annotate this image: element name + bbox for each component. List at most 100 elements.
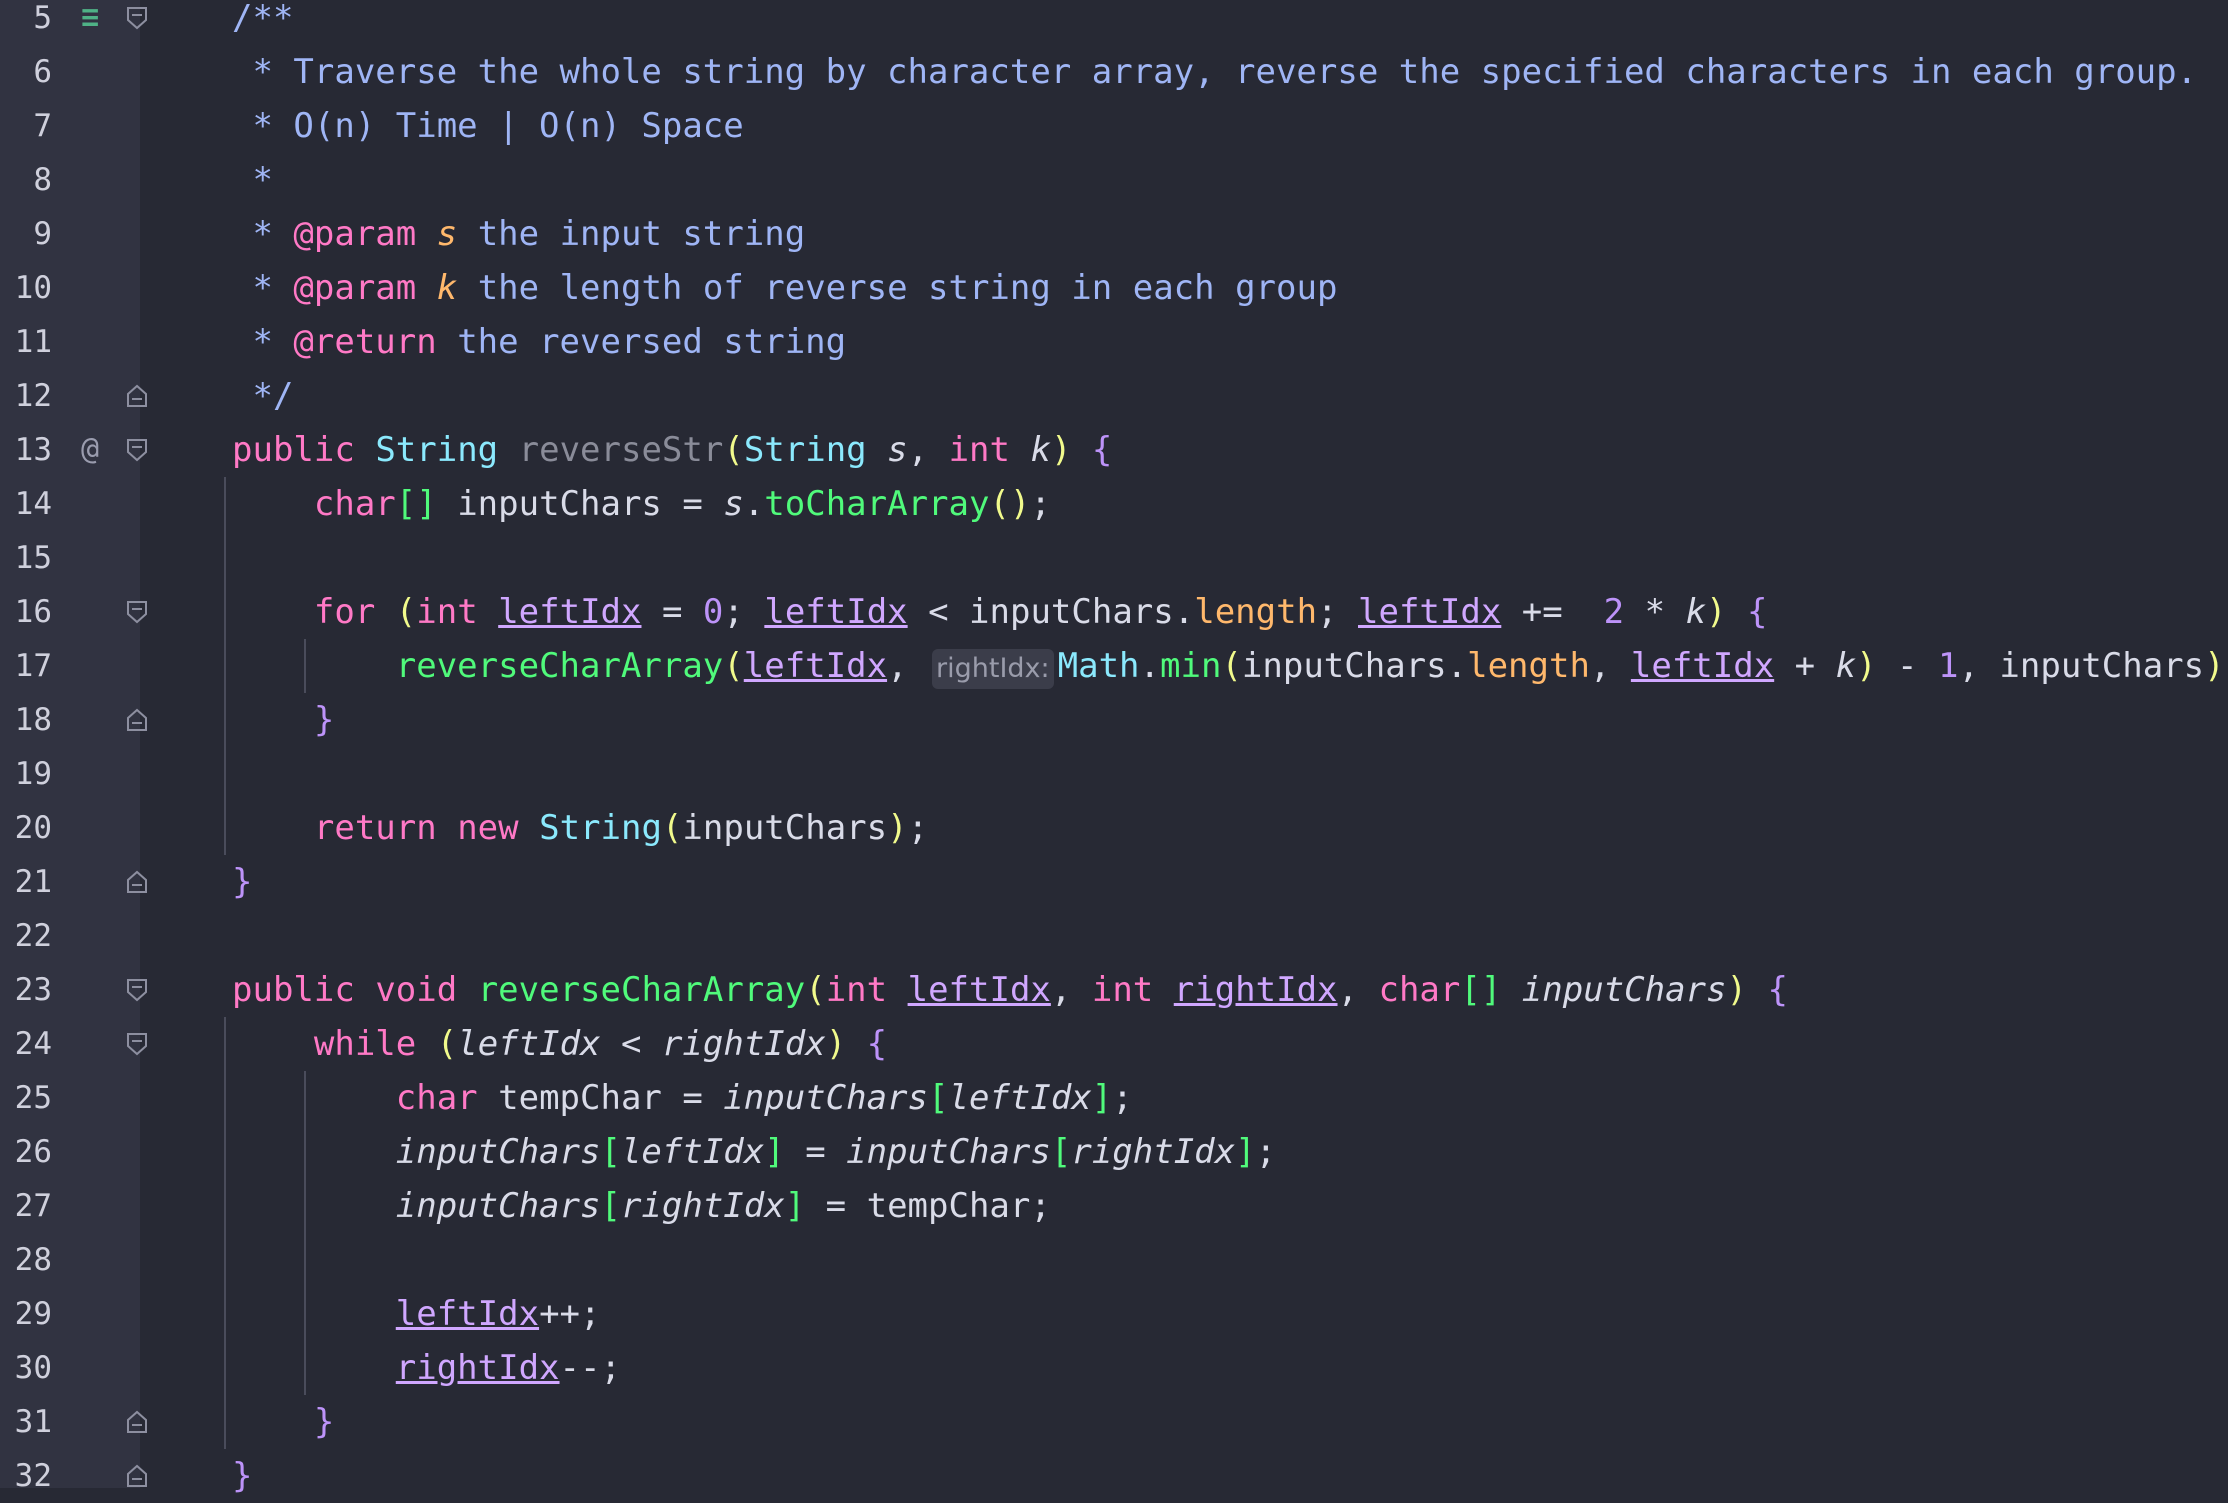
code-token: * O(n) Time | O(n) Space bbox=[232, 106, 744, 146]
line-number[interactable]: 13 bbox=[0, 423, 52, 477]
code-text[interactable]: char[] inputChars = s.toCharArray(); bbox=[232, 477, 1051, 531]
line-number[interactable]: 14 bbox=[0, 477, 52, 531]
code-text[interactable]: */ bbox=[232, 369, 293, 423]
code-line[interactable]: 28 bbox=[0, 1233, 2228, 1287]
line-number[interactable]: 11 bbox=[0, 315, 52, 369]
code-line[interactable]: 11 * @return the reversed string bbox=[0, 315, 2228, 369]
code-text[interactable]: reverseCharArray(leftIdx, rightIdx: Math.… bbox=[232, 639, 2228, 693]
code-token: leftIdx bbox=[1358, 592, 1502, 632]
code-line[interactable]: 12 */ bbox=[0, 369, 2228, 423]
code-text[interactable]: } bbox=[232, 1449, 252, 1503]
line-number[interactable]: 15 bbox=[0, 531, 52, 585]
line-number[interactable]: 23 bbox=[0, 963, 52, 1017]
code-token: int bbox=[416, 592, 478, 632]
fold-open-icon[interactable] bbox=[126, 978, 148, 1002]
code-text[interactable]: leftIdx++; bbox=[232, 1287, 601, 1341]
code-text[interactable]: rightIdx--; bbox=[232, 1341, 621, 1395]
line-number[interactable]: 17 bbox=[0, 639, 52, 693]
code-line[interactable]: 22 bbox=[0, 909, 2228, 963]
code-text[interactable]: * @param s the input string bbox=[232, 207, 805, 261]
code-text[interactable]: * O(n) Time | O(n) Space bbox=[232, 99, 744, 153]
code-line[interactable]: 25 char tempChar = inputChars[leftIdx]; bbox=[0, 1071, 2228, 1125]
code-text[interactable]: inputChars[leftIdx] = inputChars[rightId… bbox=[232, 1125, 1276, 1179]
line-number[interactable]: 20 bbox=[0, 801, 52, 855]
code-line[interactable]: 27 inputChars[rightIdx] = tempChar; bbox=[0, 1179, 2228, 1233]
line-number[interactable]: 9 bbox=[0, 207, 52, 261]
line-number[interactable]: 18 bbox=[0, 693, 52, 747]
code-line[interactable]: 8 * bbox=[0, 153, 2228, 207]
line-number[interactable]: 22 bbox=[0, 909, 52, 963]
fold-open-icon[interactable] bbox=[126, 438, 148, 462]
line-number[interactable]: 6 bbox=[0, 45, 52, 99]
code-line[interactable]: 21} bbox=[0, 855, 2228, 909]
line-number[interactable]: 29 bbox=[0, 1287, 52, 1341]
code-text[interactable]: * Traverse the whole string by character… bbox=[232, 45, 2197, 99]
line-number[interactable]: 10 bbox=[0, 261, 52, 315]
code-line[interactable]: 30 rightIdx--; bbox=[0, 1341, 2228, 1395]
code-line[interactable]: 9 * @param s the input string bbox=[0, 207, 2228, 261]
code-line[interactable]: 6 * Traverse the whole string by charact… bbox=[0, 45, 2228, 99]
code-line[interactable]: 23 public void reverseCharArray(int leftI… bbox=[0, 963, 2228, 1017]
code-line[interactable]: 15 bbox=[0, 531, 2228, 585]
code-line[interactable]: 26 inputChars[leftIdx] = inputChars[righ… bbox=[0, 1125, 2228, 1179]
fold-close-icon[interactable] bbox=[126, 1410, 148, 1434]
code-text[interactable]: while (leftIdx < rightIdx) { bbox=[232, 1017, 887, 1071]
code-text[interactable]: } bbox=[232, 693, 334, 747]
code-line[interactable]: 19 bbox=[0, 747, 2228, 801]
override-at-icon[interactable]: @ bbox=[70, 423, 110, 477]
line-number[interactable]: 7 bbox=[0, 99, 52, 153]
code-line[interactable]: 24 while (leftIdx < rightIdx) { bbox=[0, 1017, 2228, 1071]
line-number[interactable]: 28 bbox=[0, 1233, 52, 1287]
code-text[interactable]: /** bbox=[232, 0, 293, 45]
line-number[interactable]: 16 bbox=[0, 585, 52, 639]
line-number[interactable]: 12 bbox=[0, 369, 52, 423]
code-text[interactable]: public String reverseStr(String s, int k… bbox=[232, 423, 1112, 477]
fold-close-icon[interactable] bbox=[126, 1464, 148, 1488]
code-editor[interactable]: 5 ≡ /** 6 * Traverse the whole string by ch… bbox=[0, 0, 2228, 1496]
line-number[interactable]: 21 bbox=[0, 855, 52, 909]
code-token: ) bbox=[1856, 646, 1877, 686]
fold-close-icon[interactable] bbox=[126, 384, 148, 408]
code-text[interactable]: } bbox=[232, 1395, 334, 1449]
fold-open-icon[interactable] bbox=[126, 1032, 148, 1056]
line-number[interactable]: 25 bbox=[0, 1071, 52, 1125]
fold-open-icon[interactable] bbox=[126, 600, 148, 624]
code-line[interactable]: 18 } bbox=[0, 693, 2228, 747]
code-text[interactable]: for (int leftIdx = 0; leftIdx < inputCha… bbox=[232, 585, 1768, 639]
code-token: char bbox=[395, 1078, 478, 1118]
code-text[interactable]: * @param k the length of reverse string … bbox=[232, 261, 1337, 315]
code-line[interactable]: 20 return new String(inputChars); bbox=[0, 801, 2228, 855]
line-number[interactable]: 8 bbox=[0, 153, 52, 207]
line-number[interactable]: 31 bbox=[0, 1395, 52, 1449]
code-line[interactable]: 13 @ public String reverseStr(String s, in… bbox=[0, 423, 2228, 477]
code-text[interactable]: * bbox=[232, 153, 272, 207]
code-line[interactable]: 29 leftIdx++; bbox=[0, 1287, 2228, 1341]
fold-close-icon[interactable] bbox=[126, 708, 148, 732]
implementation-gutter-icon[interactable]: ≡ bbox=[70, 0, 110, 45]
code-text[interactable]: char tempChar = inputChars[leftIdx]; bbox=[232, 1071, 1133, 1125]
code-text[interactable]: * @return the reversed string bbox=[232, 315, 846, 369]
code-text[interactable]: public void reverseCharArray(int leftIdx… bbox=[232, 963, 1788, 1017]
code-line[interactable]: 32} bbox=[0, 1449, 2228, 1503]
code-text[interactable]: inputChars[rightIdx] = tempChar; bbox=[232, 1179, 1051, 1233]
code-line[interactable]: 16 for (int leftIdx = 0; leftIdx < input… bbox=[0, 585, 2228, 639]
code-token: ( bbox=[1221, 646, 1242, 686]
line-number[interactable]: 24 bbox=[0, 1017, 52, 1071]
line-number[interactable]: 30 bbox=[0, 1341, 52, 1395]
code-line[interactable]: 10 * @param k the length of reverse stri… bbox=[0, 261, 2228, 315]
code-token: k bbox=[1030, 430, 1051, 470]
line-number[interactable]: 32 bbox=[0, 1449, 52, 1503]
fold-close-icon[interactable] bbox=[126, 870, 148, 894]
line-number[interactable]: 5 bbox=[0, 0, 52, 45]
code-line[interactable]: 7 * O(n) Time | O(n) Space bbox=[0, 99, 2228, 153]
line-number[interactable]: 26 bbox=[0, 1125, 52, 1179]
code-text[interactable]: } bbox=[232, 855, 252, 909]
code-line[interactable]: 17 reverseCharArray(leftIdx, rightIdx: Ma… bbox=[0, 639, 2228, 693]
code-line[interactable]: 31 } bbox=[0, 1395, 2228, 1449]
fold-open-icon[interactable] bbox=[126, 6, 148, 30]
line-number[interactable]: 19 bbox=[0, 747, 52, 801]
line-number[interactable]: 27 bbox=[0, 1179, 52, 1233]
code-line[interactable]: 5 ≡ /** bbox=[0, 0, 2228, 45]
code-line[interactable]: 14 char[] inputChars = s.toCharArray(); bbox=[0, 477, 2228, 531]
code-text[interactable]: return new String(inputChars); bbox=[232, 801, 928, 855]
